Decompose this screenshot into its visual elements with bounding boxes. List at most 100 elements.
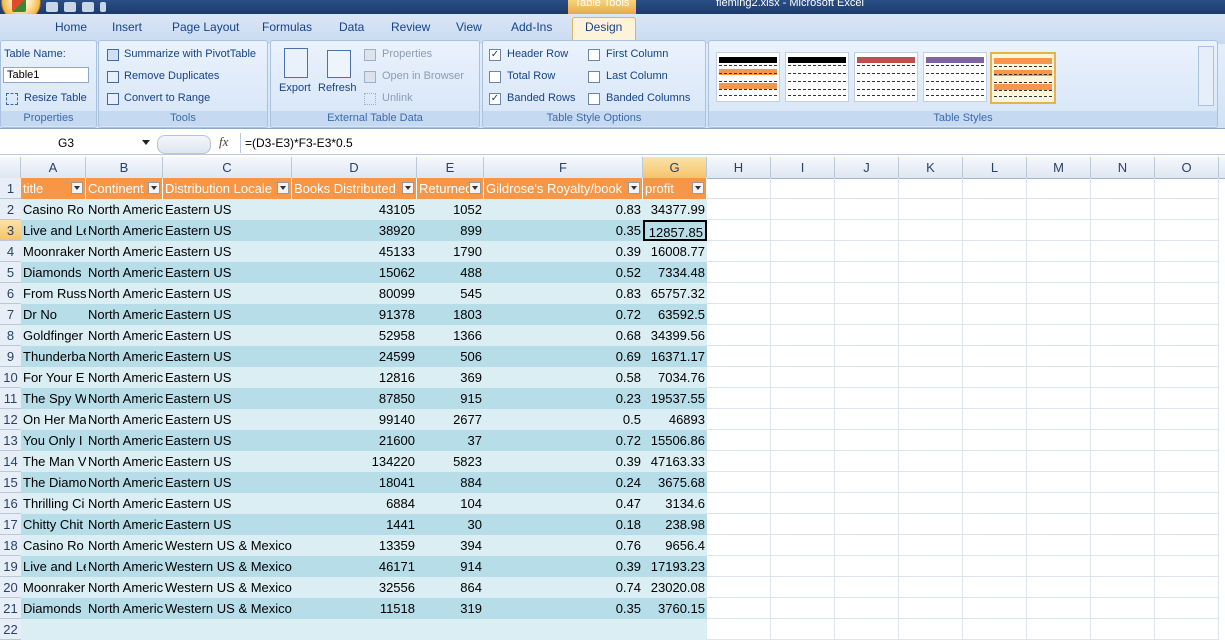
table-cell[interactable]: 5823 [417,451,484,472]
empty-cell[interactable] [1155,178,1219,199]
table-cell[interactable]: Diamonds [21,598,86,619]
empty-cell[interactable] [771,514,835,535]
empty-cell[interactable] [1027,598,1091,619]
empty-cell[interactable] [1155,388,1219,409]
table-cell[interactable]: 0.35 [484,598,643,619]
empty-cell[interactable] [1027,619,1091,640]
empty-cell[interactable] [1155,367,1219,388]
empty-cell[interactable] [707,556,771,577]
table-cell[interactable]: Western US & Mexico [163,535,292,556]
undo-icon[interactable] [64,2,76,12]
table-cell[interactable]: North Americ [86,472,163,493]
table-cell[interactable]: 34377.99 [643,199,707,220]
table-cell[interactable]: 1441 [292,514,417,535]
empty-cell[interactable] [1091,283,1155,304]
empty-cell[interactable] [899,346,963,367]
empty-cell[interactable] [899,220,963,241]
table-cell[interactable]: Eastern US [163,493,292,514]
table-cell[interactable]: North Americ [86,556,163,577]
empty-cell[interactable] [1155,325,1219,346]
empty-cell[interactable] [771,367,835,388]
table-cell[interactable]: 884 [417,472,484,493]
empty-cell[interactable] [1155,598,1219,619]
table-cell[interactable]: Moonraker [21,577,86,598]
empty-cell[interactable] [963,262,1027,283]
empty-cell[interactable] [771,619,835,640]
table-cell[interactable]: North Americ [86,388,163,409]
table-header-cell[interactable]: Books Distributed [292,178,417,199]
empty-cell[interactable] [835,514,899,535]
empty-cell[interactable] [963,598,1027,619]
empty-cell[interactable] [1027,325,1091,346]
table-cell[interactable]: 238.98 [643,514,707,535]
empty-cell[interactable] [1155,577,1219,598]
empty-cell[interactable] [899,514,963,535]
empty-cell[interactable] [899,304,963,325]
table-cell[interactable]: 91378 [292,304,417,325]
table-cell[interactable]: 0.83 [484,283,643,304]
empty-cell[interactable] [835,409,899,430]
table-cell[interactable]: 506 [417,346,484,367]
empty-cell[interactable] [1027,388,1091,409]
table-cell-partial[interactable] [484,619,643,640]
table-cell[interactable]: 80099 [292,283,417,304]
empty-cell[interactable] [1155,262,1219,283]
table-cell[interactable]: Eastern US [163,346,292,367]
table-cell[interactable]: 1052 [417,199,484,220]
empty-cell[interactable] [771,598,835,619]
filter-dropdown-icon[interactable] [277,182,289,194]
column-header[interactable]: A [21,157,86,178]
table-cell[interactable]: Western US & Mexico [163,598,292,619]
row-header[interactable]: 5 [0,262,21,283]
empty-cell[interactable] [707,451,771,472]
empty-cell[interactable] [771,199,835,220]
empty-cell[interactable] [835,304,899,325]
table-cell[interactable]: 0.68 [484,325,643,346]
table-cell[interactable]: North Americ [86,430,163,451]
table-cell[interactable]: Eastern US [163,430,292,451]
table-cell[interactable]: Eastern US [163,220,292,241]
table-cell[interactable]: 1366 [417,325,484,346]
empty-cell[interactable] [1027,367,1091,388]
empty-cell[interactable] [707,430,771,451]
formula-input[interactable]: =(D3-E3)*F3-E3*0.5 [245,136,353,150]
empty-cell[interactable] [771,346,835,367]
empty-cell[interactable] [963,346,1027,367]
export-button[interactable]: Export [279,82,311,94]
row-header[interactable]: 3 [0,220,21,241]
empty-cell[interactable] [1155,409,1219,430]
empty-cell[interactable] [771,451,835,472]
table-cell[interactable]: 46893 [643,409,707,430]
empty-cell[interactable] [835,262,899,283]
column-header[interactable]: B [86,157,163,178]
empty-cell[interactable] [899,493,963,514]
empty-cell[interactable] [707,262,771,283]
empty-cell[interactable] [963,493,1027,514]
table-cell[interactable]: 1790 [417,241,484,262]
empty-cell[interactable] [1027,241,1091,262]
empty-cell[interactable] [899,178,963,199]
empty-cell[interactable] [771,178,835,199]
column-header[interactable]: O [1155,157,1219,178]
empty-cell[interactable] [1091,367,1155,388]
remove-duplicates-button[interactable]: Remove Duplicates [124,70,219,82]
table-cell[interactable]: For Your E [21,367,86,388]
table-cell[interactable]: Thunderba [21,346,86,367]
empty-cell[interactable] [1027,535,1091,556]
row-header[interactable]: 16 [0,493,21,514]
table-cell[interactable]: 99140 [292,409,417,430]
table-cell[interactable]: North Americ [86,493,163,514]
empty-cell[interactable] [1155,619,1219,640]
column-header[interactable]: K [899,157,963,178]
table-cell[interactable]: North Americ [86,283,163,304]
row-header[interactable]: 13 [0,430,21,451]
table-cell[interactable]: 0.39 [484,556,643,577]
empty-cell[interactable] [963,472,1027,493]
table-cell[interactable]: Eastern US [163,514,292,535]
table-cell[interactable]: The Diamo [21,472,86,493]
empty-cell[interactable] [899,619,963,640]
empty-cell[interactable] [1155,535,1219,556]
table-cell[interactable]: The Man V [21,451,86,472]
empty-cell[interactable] [963,304,1027,325]
empty-cell[interactable] [771,472,835,493]
